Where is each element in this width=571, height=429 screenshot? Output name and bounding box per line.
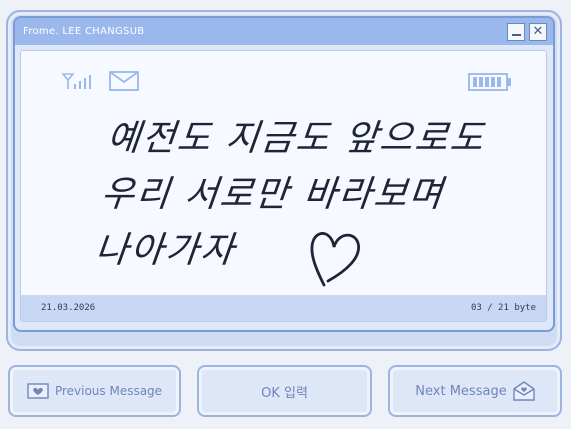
next-message-button[interactable]: Next Message	[388, 365, 562, 417]
message-footer: 21.03.2026 03 / 21 byte	[21, 295, 546, 321]
ok-input-label: OK 입력	[261, 385, 308, 401]
close-button[interactable]: ✕	[529, 22, 547, 41]
signal-icon	[61, 73, 91, 89]
heart-envelope-icon	[27, 383, 49, 399]
message-window: Frome. LEE CHANGSUB ✕ 예전도 지금도 앞으로도 우리 서로…	[13, 16, 555, 332]
minimize-button[interactable]	[507, 22, 525, 41]
next-message-label: Next Message	[415, 383, 507, 399]
message-line-2: 우리 서로만 바라보며	[98, 174, 447, 215]
message-line-1: 예전도 지금도 앞으로도	[104, 118, 488, 159]
message-screen: 예전도 지금도 앞으로도 우리 서로만 바라보며 나아가자 21.03.2026…	[20, 50, 547, 322]
previous-message-button[interactable]: Previous Message	[8, 365, 181, 417]
message-line-3: 나아가자	[93, 230, 238, 271]
message-date: 21.03.2026	[41, 303, 96, 313]
heart-icon	[310, 232, 360, 287]
previous-message-label: Previous Message	[54, 384, 163, 398]
ok-input-button[interactable]: OK 입력	[197, 365, 372, 417]
byte-counter: 03 / 21 byte	[470, 303, 536, 313]
close-icon: ✕	[532, 24, 544, 39]
envelope-icon	[109, 71, 139, 91]
title-bar[interactable]: Frome. LEE CHANGSUB ✕	[15, 18, 553, 45]
battery-icon	[468, 73, 511, 91]
window-title: Frome. LEE CHANGSUB	[23, 26, 145, 37]
open-envelope-icon	[513, 381, 535, 401]
minimize-icon	[511, 33, 521, 36]
handwritten-message: 예전도 지금도 앞으로도 우리 서로만 바라보며 나아가자	[92, 111, 510, 279]
